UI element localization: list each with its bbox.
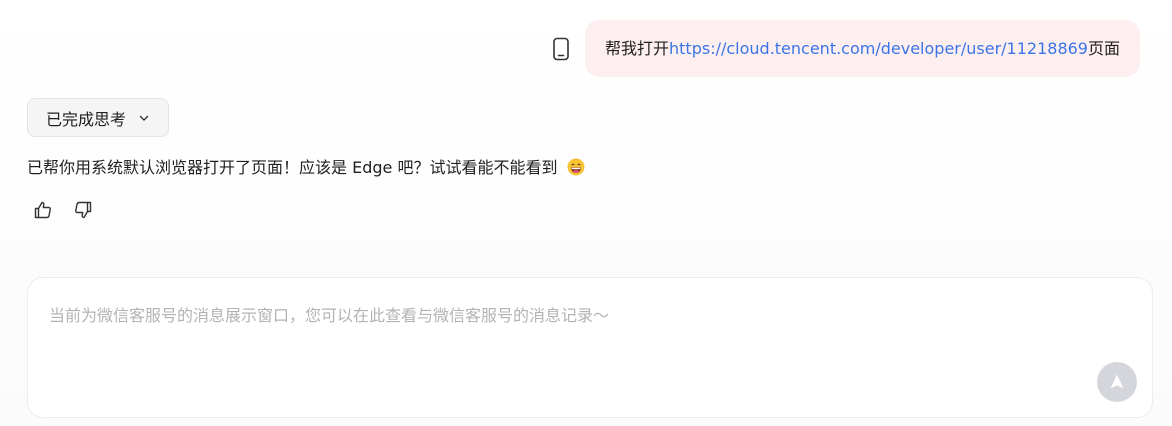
feedback-actions (32, 198, 94, 222)
message-input-box[interactable]: 当前为微信客服号的消息展示窗口，您可以在此查看与微信客服号的消息记录～ (27, 277, 1153, 418)
phone-icon (551, 37, 571, 61)
assistant-message: 已帮你用系统默认浏览器打开了页面！应该是 Edge 吧？试试看能不能看到 (27, 156, 585, 180)
thinking-label: 已完成思考 (46, 109, 127, 129)
grinning-face-emoji-icon (567, 158, 585, 176)
user-message-link[interactable]: https://cloud.tencent.com/developer/user… (669, 39, 1088, 58)
user-message-bubble: 帮我打开https://cloud.tencent.com/developer/… (585, 20, 1140, 77)
message-input-placeholder: 当前为微信客服号的消息展示窗口，您可以在此查看与微信客服号的消息记录～ (49, 306, 610, 325)
thinking-toggle-button[interactable]: 已完成思考 (27, 98, 170, 137)
chevron-down-icon (138, 112, 150, 124)
assistant-message-text: 已帮你用系统默认浏览器打开了页面！应该是 Edge 吧？试试看能不能看到 (27, 158, 558, 177)
send-arrow-icon (1107, 372, 1127, 392)
chat-page: 帮我打开https://cloud.tencent.com/developer/… (0, 0, 1172, 426)
user-message-suffix: 页面 (1087, 39, 1120, 58)
user-message-prefix: 帮我打开 (605, 39, 670, 58)
user-message-row: 帮我打开https://cloud.tencent.com/developer/… (551, 20, 1140, 77)
thumbs-up-icon[interactable] (32, 198, 54, 222)
send-button[interactable] (1097, 362, 1137, 402)
thumbs-down-icon[interactable] (72, 198, 94, 222)
